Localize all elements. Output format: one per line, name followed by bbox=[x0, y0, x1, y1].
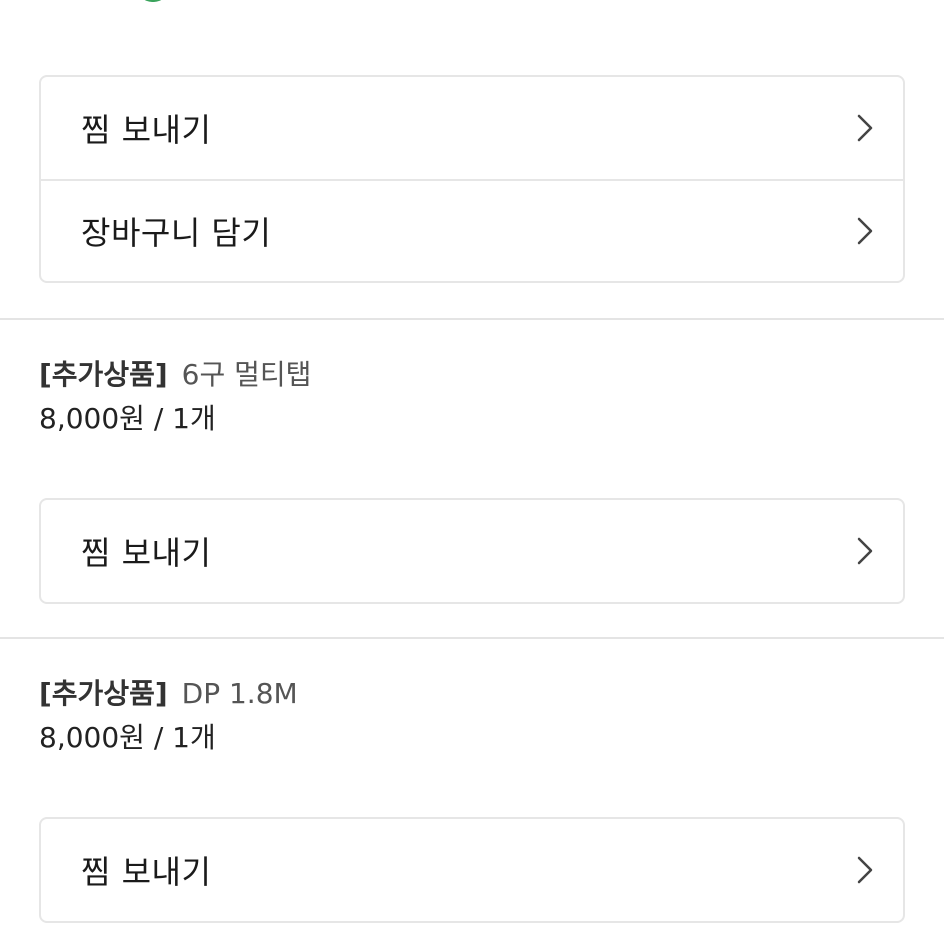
wishlist-send-label: 찜 보내기 bbox=[81, 853, 212, 891]
addon-title: [추가상품] DP 1.8M bbox=[39, 676, 298, 712]
addon-title: [추가상품] 6구 멀티탭 bbox=[39, 357, 311, 393]
addon-tag: [추가상품] bbox=[39, 677, 168, 710]
main-actions-card: 찜 보내기 장바구니 담기 bbox=[39, 75, 905, 283]
addon-name: DP 1.8M bbox=[181, 677, 298, 710]
addon-wishlist-send-button[interactable]: 찜 보내기 bbox=[41, 819, 903, 921]
addon-actions-card: 찜 보내기 bbox=[39, 817, 905, 923]
chevron-right-icon bbox=[857, 114, 873, 142]
addon-item: [추가상품] DP 1.8M 8,000원 / 1개 bbox=[39, 676, 298, 756]
wishlist-send-button[interactable]: 찜 보내기 bbox=[41, 77, 903, 179]
product-options-page: 찜 보내기 장바구니 담기 [추가상품] 6구 멀티탭 8,000원 / 1개 찜… bbox=[0, 0, 944, 944]
addon-tag: [추가상품] bbox=[39, 358, 168, 391]
addon-name: 6구 멀티탭 bbox=[181, 358, 312, 391]
chevron-right-icon bbox=[857, 537, 873, 565]
addon-price: 8,000원 / 1개 bbox=[39, 721, 216, 754]
add-to-cart-label: 장바구니 담기 bbox=[81, 214, 272, 252]
logo-icon bbox=[132, 0, 172, 16]
section-divider bbox=[0, 318, 944, 320]
addon-item: [추가상품] 6구 멀티탭 8,000원 / 1개 bbox=[39, 357, 311, 437]
wishlist-send-label: 찜 보내기 bbox=[81, 111, 212, 149]
addon-actions-card: 찜 보내기 bbox=[39, 498, 905, 604]
chevron-right-icon bbox=[857, 217, 873, 245]
chevron-right-icon bbox=[857, 856, 873, 884]
addon-wishlist-send-button[interactable]: 찜 보내기 bbox=[41, 500, 903, 602]
section-divider bbox=[0, 637, 944, 639]
wishlist-send-label: 찜 보내기 bbox=[81, 534, 212, 572]
addon-price: 8,000원 / 1개 bbox=[39, 402, 216, 435]
add-to-cart-button[interactable]: 장바구니 담기 bbox=[41, 179, 903, 281]
